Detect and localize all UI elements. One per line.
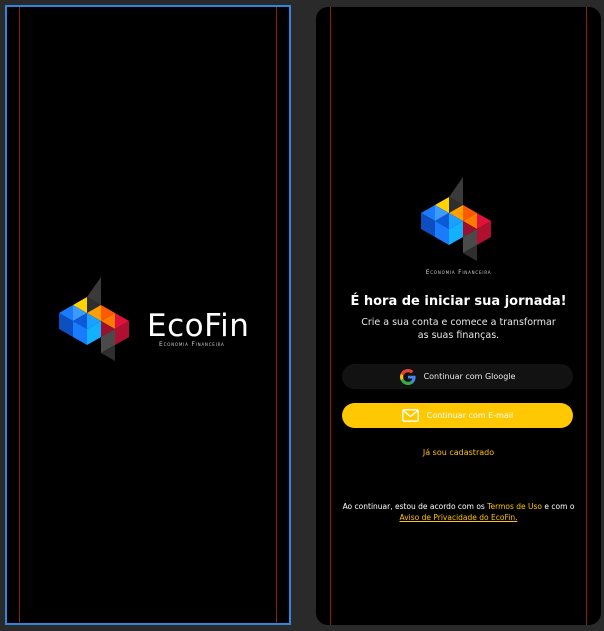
splash-screen: EcoFin Economia Financeira — [5, 5, 291, 625]
layout-guide-right — [276, 7, 277, 623]
page-subtitle: Crie a sua conta e comece a transformar … — [361, 317, 556, 341]
terms-middle: e com o — [544, 502, 575, 511]
ecofin-logo-icon — [421, 177, 491, 261]
layout-guide-left — [330, 7, 331, 625]
email-button-label: Continuar com E-mail — [426, 411, 514, 420]
google-button-label: Continuar com Gloogle — [423, 372, 516, 381]
terms-of-use-link[interactable]: Termos de Uso — [487, 502, 542, 511]
brand-subtitle: Economia Financeira — [159, 341, 225, 348]
privacy-notice-link[interactable]: Aviso de Privacidade do EcoFin. — [400, 513, 518, 522]
continue-with-google-button[interactable]: Continuar com Gloogle — [342, 364, 573, 389]
terms-notice: Ao continuar, estou de acordo com os Ter… — [334, 501, 583, 523]
layout-guide-left — [19, 7, 20, 623]
continue-with-email-button[interactable]: Continuar com E-mail — [342, 403, 573, 428]
ecofin-logo-icon — [59, 277, 129, 361]
page-title: É hora de iniciar sua jornada! — [350, 294, 567, 309]
brand-name: EcoFin — [147, 308, 250, 344]
google-icon — [399, 368, 416, 385]
onboarding-screen: Economia Financeira É hora de iniciar su… — [316, 7, 601, 625]
layout-guide-right — [586, 7, 587, 625]
already-registered-link[interactable]: Já sou cadastrado — [316, 448, 601, 457]
logo-subtitle: Economia Financeira — [425, 269, 492, 276]
mail-icon — [401, 409, 419, 422]
brand-lockup: EcoFin Economia Financeira — [59, 275, 259, 365]
terms-prefix: Ao continuar, estou de acordo com os — [342, 502, 485, 511]
